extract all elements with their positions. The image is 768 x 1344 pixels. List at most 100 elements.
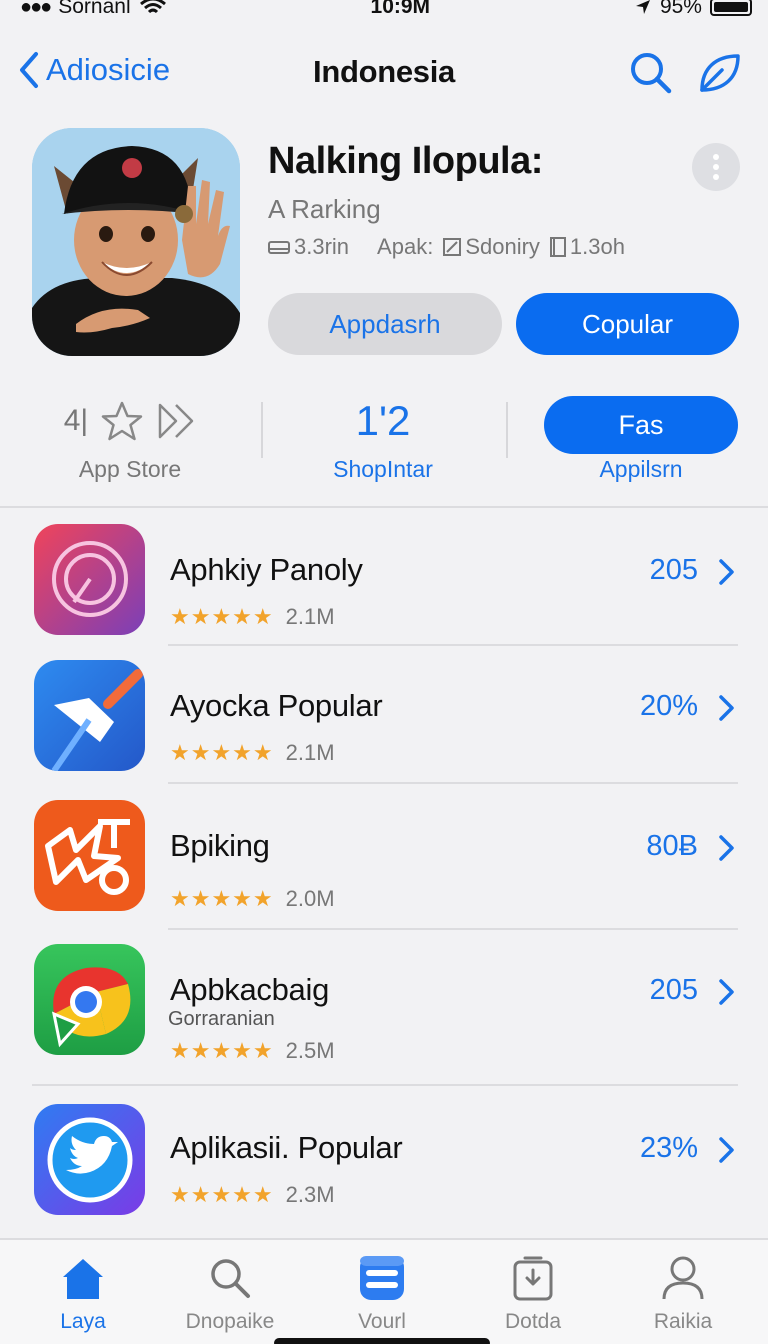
battery-percent: 95% — [659, 0, 702, 18]
meta-item-2: Apak: — [377, 234, 433, 260]
stat-shop[interactable]: 1'2 ShopIntar — [283, 380, 483, 490]
tray-icon — [268, 241, 290, 254]
meta-text-4: 1.3oh — [569, 234, 625, 259]
app-rating: ★★★★★ 2.1M — [170, 740, 335, 766]
row-divider — [168, 782, 738, 784]
rating-number: 4| — [63, 404, 89, 437]
app-title: Nalking Ilopula: — [268, 140, 543, 182]
app-rating: ★★★★★ 2.3M — [170, 1182, 335, 1208]
more-dot — [713, 174, 719, 180]
meta-item-1: 3.3rin — [268, 234, 349, 260]
stat-divider — [506, 402, 508, 458]
app-icon-scissors — [34, 800, 145, 911]
wifi-icon — [139, 0, 166, 14]
fas-label[interactable]: Appilsrn — [536, 456, 746, 483]
meta-text-3: Sdoniry — [465, 234, 540, 259]
list-item[interactable]: Apbkacbaig Gorraranian ★★★★★ 2.5M 205 — [0, 944, 768, 1074]
row-divider — [32, 1084, 738, 1086]
rating-stars: ★★★★★ — [170, 604, 274, 629]
chevron-right-icon — [719, 695, 734, 721]
more-dot — [713, 164, 719, 170]
double-chevron-right-icon — [158, 403, 194, 439]
updates-icon — [513, 1256, 553, 1301]
section-divider — [0, 506, 768, 508]
app-value: 23% — [639, 1132, 698, 1164]
app-value: 205 — [649, 974, 698, 1006]
rating-icons: 4| — [30, 380, 230, 462]
chevron-right-icon — [719, 835, 734, 861]
chevron-right-icon — [719, 1137, 734, 1163]
app-name: Bpiking — [170, 828, 270, 863]
secondary-action-button[interactable]: Appdasrh — [268, 293, 502, 355]
list-item[interactable]: Ayocka Popular ★★★★★ 2.1M 20% — [0, 660, 768, 786]
more-options-button[interactable] — [692, 143, 740, 191]
app-name: Apbkacbaig — [170, 972, 330, 1007]
stat-fas: Fas Appilsrn — [536, 380, 746, 490]
status-bar: ●●● Sornanl 10:9M 95% — [0, 0, 768, 22]
stat-divider — [261, 402, 263, 458]
meta-text-1: 3.3rin — [294, 234, 350, 259]
app-icon-bird — [34, 1104, 145, 1215]
tab-updates[interactable]: Dotda — [458, 1248, 608, 1334]
carrier-name: Sornanl — [58, 0, 131, 18]
apps-icon — [360, 1256, 404, 1300]
app-rating: ★★★★★ 2.1M — [170, 604, 335, 630]
chevron-right-icon — [719, 979, 734, 1005]
doc-icon — [549, 237, 566, 257]
app-name: Ayocka Popular — [170, 688, 383, 723]
app-subtitle: Gorraranian — [168, 1008, 275, 1030]
search-icon — [211, 1259, 250, 1298]
list-item[interactable]: Aplikasii. Popular ★★★★★ 2.3M 23% — [0, 1104, 768, 1230]
rating-stars: ★★★★★ — [170, 886, 274, 911]
app-name: Aphkiy Panoly — [170, 552, 363, 587]
app-value: 20% — [639, 690, 698, 722]
tab-label: Dnopaike — [185, 1310, 275, 1333]
meta-item-4: 1.3oh — [549, 234, 625, 260]
list-item[interactable]: Bpiking ★★★★★ 2.0M 80Ƀ — [0, 800, 768, 926]
tab-label: Laya — [60, 1310, 106, 1333]
list-item[interactable]: Aphkiy Panoly ★★★★★ 2.1M 205 — [0, 524, 768, 650]
home-indicator — [274, 1338, 490, 1344]
signal-dots: ●●● — [20, 0, 52, 18]
app-value: 205 — [649, 554, 698, 586]
tab-apps[interactable]: Vourl — [307, 1248, 457, 1334]
tab-profile[interactable]: Raikia — [608, 1248, 758, 1334]
tab-label: Vourl — [358, 1310, 406, 1333]
app-icon-target — [34, 524, 145, 635]
rating-stars: ★★★★★ — [170, 740, 274, 765]
star-outline-icon — [101, 401, 143, 441]
fas-button[interactable]: Fas — [544, 396, 738, 454]
rating-stars: ★★★★★ — [170, 1038, 274, 1063]
chevron-right-icon — [719, 559, 734, 585]
more-dot — [713, 154, 719, 160]
person-icon — [662, 1256, 704, 1300]
stat-label-app-store: App Store — [78, 456, 182, 482]
home-icon — [63, 1259, 103, 1299]
status-time: 10:9M — [370, 0, 431, 18]
row-divider — [168, 928, 738, 930]
app-name: Aplikasii. Popular — [170, 1130, 403, 1165]
app-subtitle: A Rarking — [268, 194, 381, 224]
leaf-icon[interactable] — [696, 50, 742, 96]
status-right: 95% — [634, 0, 752, 19]
app-icon-pin — [34, 660, 145, 771]
location-arrow-icon — [635, 0, 650, 14]
tab-bar: Laya Dnopaike Vourl Dotda Raikia — [0, 1238, 768, 1344]
app-icon-chrome — [34, 944, 145, 1055]
battery-icon — [709, 0, 752, 16]
rating-count: 2.0M — [285, 886, 335, 911]
featured-app-icon[interactable] — [32, 128, 240, 356]
stat-shop-label: ShopIntar — [333, 456, 433, 482]
status-left: ●●● Sornanl — [20, 0, 167, 19]
nav-bar: Adiosicie Indonesia — [0, 40, 768, 104]
row-divider — [168, 644, 738, 646]
primary-action-button[interactable]: Copular — [516, 293, 739, 355]
tab-search[interactable]: Dnopaike — [155, 1248, 305, 1334]
stats-row: 4| App Store 1'2 ShopIntar Fas Appilsrn — [0, 380, 768, 500]
rating-stars: ★★★★★ — [170, 1182, 274, 1207]
search-icon[interactable] — [628, 50, 674, 96]
stat-shop-value: 1'2 — [355, 397, 411, 444]
app-value: 80Ƀ — [646, 830, 698, 862]
meta-item-3: Sdoniry — [443, 234, 540, 260]
tab-home[interactable]: Laya — [8, 1248, 158, 1334]
